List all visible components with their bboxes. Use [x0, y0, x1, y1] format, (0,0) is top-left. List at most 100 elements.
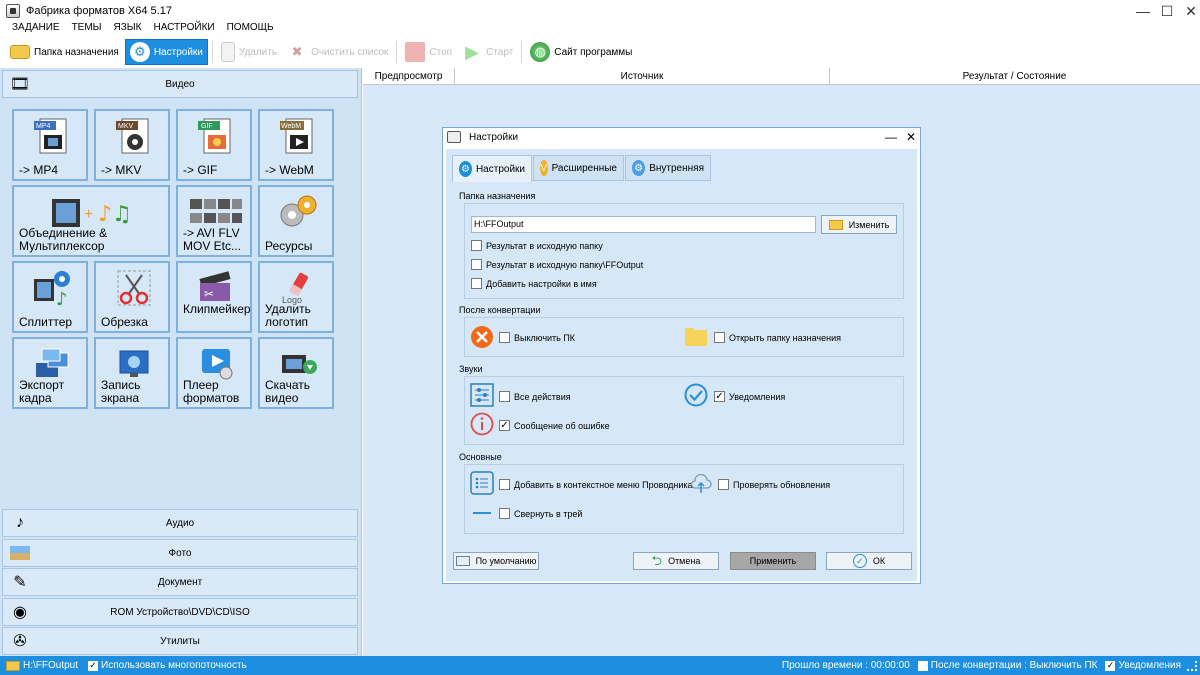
opt-all-actions[interactable]: Все действия	[499, 391, 571, 402]
checkbox[interactable]	[499, 479, 510, 490]
defaults-label: По умолчанию	[475, 556, 537, 566]
category-document[interactable]: ✎ Документ	[2, 568, 358, 596]
opt-shutdown-pc[interactable]: Выключить ПК	[499, 332, 575, 343]
svg-text:MKV: MKV	[118, 123, 134, 130]
ok-button[interactable]: ✓ ОК	[826, 552, 912, 570]
tile-clipmaker[interactable]: ✂ Клипмейкер	[176, 261, 252, 333]
tile-splitter[interactable]: ♪ Сплиттер	[12, 261, 88, 333]
checkbox[interactable]	[471, 259, 482, 270]
apply-button[interactable]: Применить	[730, 552, 816, 570]
status-multithread[interactable]: ✓ Использовать многопоточность	[88, 660, 247, 671]
tile-download-video[interactable]: Скачать видео	[258, 337, 334, 409]
checkbox[interactable]	[499, 508, 510, 519]
gear-icon: ⚙	[129, 42, 150, 62]
folder-icon	[10, 45, 30, 59]
opt-context-menu[interactable]: Добавить в контекстное меню Проводника	[499, 479, 693, 490]
left-panel: 🎞 Видео MP4 -> MP4 MKV -> MKV GIF -> GIF…	[0, 68, 362, 656]
toolbar-separator	[396, 41, 398, 63]
category-rom-device[interactable]: ◉ ROM Устройство\DVD\CD\ISO	[2, 598, 358, 626]
dest-path-input[interactable]: H:\FFOutput	[471, 216, 816, 233]
opt-check-updates[interactable]: Проверять обновления	[718, 479, 830, 490]
dialog-body: ⚙ Настройки V Расширенные ⚙ Внутренняя П…	[446, 149, 917, 581]
photo-icon	[9, 542, 31, 564]
checkbox[interactable]	[471, 278, 482, 289]
section-sounds: Звуки	[459, 364, 483, 374]
checkbox[interactable]	[499, 332, 510, 343]
category-photo[interactable]: Фото	[2, 539, 358, 567]
change-folder-button[interactable]: Изменить	[821, 215, 897, 234]
settings-button[interactable]: ⚙ Настройки	[124, 39, 208, 65]
checkbox[interactable]	[471, 240, 482, 251]
tile-crop[interactable]: Обрезка	[94, 261, 170, 333]
tab-internal[interactable]: ⚙ Внутренняя	[625, 155, 711, 181]
svg-text:♫: ♫	[112, 202, 132, 227]
col-result[interactable]: Результат / Состояние	[830, 68, 1199, 85]
menu-themes[interactable]: ТЕМЫ	[66, 22, 108, 36]
opt-minimize-tray[interactable]: Свернуть в трей	[499, 508, 582, 519]
close-button[interactable]: ✕	[1176, 0, 1200, 22]
checkbox[interactable]	[499, 391, 510, 402]
tile-player[interactable]: Плеер форматов	[176, 337, 252, 409]
checkbox[interactable]	[917, 660, 928, 671]
category-audio-label: Аудио	[165, 517, 195, 529]
defaults-button[interactable]: По умолчанию	[453, 552, 539, 570]
tile-remove-logo[interactable]: Logo Удалить логотип	[258, 261, 334, 333]
status-folder[interactable]: H:\FFOutput	[6, 660, 78, 671]
col-source[interactable]: Источник	[455, 68, 830, 85]
tile-webm-label: -> WebM	[265, 163, 314, 177]
mkv-file-icon: MKV	[114, 117, 154, 155]
tab-advanced[interactable]: V Расширенные	[533, 155, 624, 181]
tile-gif-label: -> GIF	[183, 163, 218, 177]
category-video[interactable]: 🎞 Видео	[2, 70, 358, 98]
checkbox[interactable]	[714, 332, 725, 343]
start-button[interactable]: ▶ Старт	[458, 39, 517, 65]
back-arrow-icon: ⮌	[651, 553, 663, 568]
tile-avi-flv-mov[interactable]: -> AVI FLV MOV Etc...	[176, 185, 252, 257]
tile-merge-mux[interactable]: + ♪ ♫ Объединение & Мультиплексор	[12, 185, 170, 257]
status-after-conversion[interactable]: После конвертации : Выключить ПК	[917, 660, 1097, 671]
website-label: Сайт программы	[554, 46, 633, 58]
stop-button[interactable]: Стоп	[401, 39, 456, 65]
menu-help[interactable]: ПОМОЩЬ	[221, 22, 280, 36]
opt-result-to-source-ffoutput[interactable]: Результат в исходную папку\FFOutput	[471, 259, 643, 270]
dest-folder-button[interactable]: Папка назначения	[6, 39, 123, 65]
menu-task[interactable]: ЗАДАНИЕ	[0, 22, 66, 36]
menu-settings[interactable]: НАСТРОЙКИ	[148, 22, 221, 36]
tile-mkv[interactable]: MKV -> MKV	[94, 109, 170, 181]
opt-add-settings-to-name[interactable]: Добавить настройки в имя	[471, 278, 597, 289]
dialog-minimize-button[interactable]: —	[881, 128, 901, 146]
tab-settings[interactable]: ⚙ Настройки	[452, 155, 532, 182]
tile-screen-record[interactable]: Запись экрана	[94, 337, 170, 409]
opt-result-to-source[interactable]: Результат в исходную папку	[471, 240, 603, 251]
checkbox[interactable]: ✓	[1105, 660, 1116, 671]
cancel-button[interactable]: ⮌ Отмена	[633, 552, 719, 570]
svg-text:♪: ♪	[56, 289, 68, 307]
printer-icon	[455, 556, 470, 566]
tile-resources[interactable]: Ресурсы	[258, 185, 334, 257]
dialog-close-button[interactable]: ✕	[901, 128, 921, 146]
tile-gif[interactable]: GIF -> GIF	[176, 109, 252, 181]
status-notifications[interactable]: ✓ Уведомления	[1105, 660, 1181, 671]
category-audio[interactable]: ♪ Аудио	[2, 509, 358, 537]
tile-webm[interactable]: WebM -> WebM	[258, 109, 334, 181]
category-utilities[interactable]: ✇ Утилиты	[2, 627, 358, 655]
tile-mp4[interactable]: MP4 -> MP4	[12, 109, 88, 181]
checkbox[interactable]: ✓	[499, 420, 510, 431]
menu-language[interactable]: ЯЗЫК	[108, 22, 148, 36]
status-elapsed: Прошло времени : 00:00:00	[781, 660, 910, 671]
tile-export-frame[interactable]: Экспорт кадра	[12, 337, 88, 409]
website-button[interactable]: ◍ Сайт программы	[526, 39, 636, 65]
checkbox[interactable]: ✓	[714, 391, 725, 402]
clear-list-button[interactable]: ✖ Очистить список	[283, 39, 392, 65]
checkbox[interactable]	[718, 479, 729, 490]
checkbox[interactable]: ✓	[88, 660, 99, 671]
delete-button[interactable]: Удалить	[217, 39, 281, 65]
opt-notifications[interactable]: ✓ Уведомления	[714, 391, 785, 402]
status-bar: H:\FFOutput ✓ Использовать многопоточнос…	[0, 656, 1200, 675]
opt-error-message[interactable]: ✓ Сообщение об ошибке	[499, 420, 610, 431]
resize-grip-icon[interactable]	[1187, 660, 1197, 671]
tile-avi-flv-mov-label: -> AVI FLV MOV Etc...	[183, 226, 242, 253]
col-preview[interactable]: Предпросмотр	[363, 68, 455, 85]
group-basic	[464, 464, 904, 534]
opt-open-dest-folder[interactable]: Открыть папку назначения	[714, 332, 841, 343]
